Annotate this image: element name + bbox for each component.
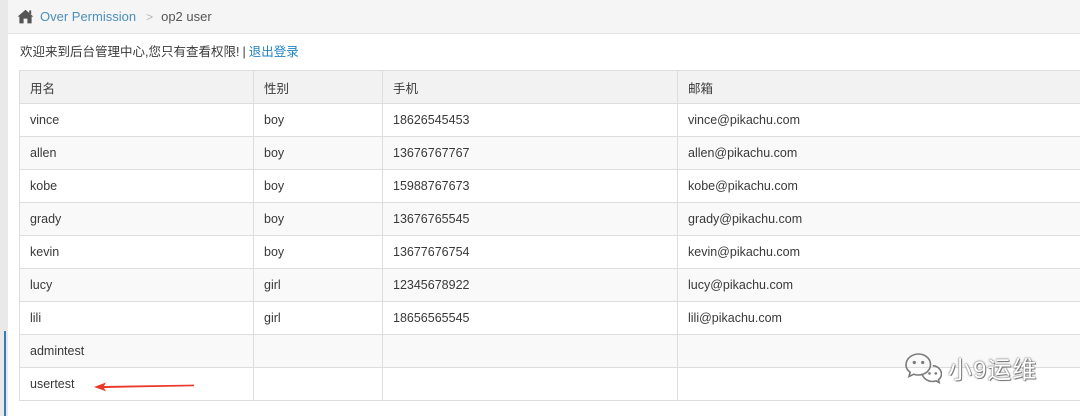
table-row: allen boy 13676767767 allen@pikachu.com	[19, 136, 1080, 170]
table-row: kobe boy 15988767673 kobe@pikachu.com	[19, 169, 1080, 203]
cell-email: kobe@pikachu.com	[677, 169, 1080, 203]
cell-username: allen	[19, 136, 254, 170]
cell-email: kevin@pikachu.com	[677, 235, 1080, 269]
cell-gender: boy	[253, 136, 383, 170]
breadcrumb: Over Permission > op2 user	[8, 0, 1080, 34]
table-row: kevin boy 13677676754 kevin@pikachu.com	[19, 235, 1080, 269]
cell-email: allen@pikachu.com	[677, 136, 1080, 170]
cell-phone: 15988767673	[382, 169, 678, 203]
wechat-icon	[905, 352, 942, 384]
table-row: grady boy 13676765545 grady@pikachu.com	[19, 202, 1080, 236]
watermark-text: 小9运维	[948, 357, 1038, 384]
cell-gender: boy	[253, 169, 383, 203]
cell-gender: boy	[253, 202, 383, 236]
cell-gender	[253, 367, 383, 401]
breadcrumb-separator: >	[146, 9, 154, 24]
welcome-line: 欢迎来到后台管理中心,您只有查看权限! | 退出登录	[20, 41, 299, 60]
cell-username: lucy	[19, 268, 254, 302]
cell-email: grady@pikachu.com	[677, 202, 1080, 236]
column-header-gender: 性别	[253, 70, 383, 104]
breadcrumb-link-over-permission[interactable]: Over Permission	[40, 9, 136, 24]
cell-phone	[382, 367, 678, 401]
cell-phone: 12345678922	[382, 268, 678, 302]
cell-phone: 18656565545	[382, 301, 678, 335]
cell-phone: 13676767767	[382, 136, 678, 170]
cell-phone: 18626545453	[382, 103, 678, 137]
logout-link[interactable]: 退出登录	[249, 45, 299, 59]
annotation-arrow-icon	[94, 382, 194, 392]
page: Over Permission > op2 user 欢迎来到后台管理中心,您只…	[0, 0, 1080, 416]
table-row: lucy girl 12345678922 lucy@pikachu.com	[19, 268, 1080, 302]
cell-phone: 13676765545	[382, 202, 678, 236]
welcome-message: 欢迎来到后台管理中心,您只有查看权限!	[20, 45, 240, 59]
watermark: 小9运维	[902, 350, 1037, 385]
welcome-divider: |	[242, 45, 246, 59]
sidebar-active-marker	[4, 331, 6, 416]
cell-gender: boy	[253, 103, 383, 137]
column-header-email: 邮箱	[677, 70, 1080, 104]
cell-email: lili@pikachu.com	[677, 301, 1080, 335]
table-row: lili girl 18656565545 lili@pikachu.com	[19, 301, 1080, 335]
cell-email: lucy@pikachu.com	[677, 268, 1080, 302]
table-header-row: 用名 性别 手机 邮箱	[19, 70, 1080, 104]
cell-phone: 13677676754	[382, 235, 678, 269]
cell-username: grady	[19, 202, 254, 236]
table-row: vince boy 18626545453 vince@pikachu.com	[19, 103, 1080, 137]
cell-username: kobe	[19, 169, 254, 203]
cell-username: kevin	[19, 235, 254, 269]
column-header-phone: 手机	[382, 70, 678, 104]
cell-username: vince	[19, 103, 254, 137]
cell-phone	[382, 334, 678, 368]
cell-email: vince@pikachu.com	[677, 103, 1080, 137]
breadcrumb-current: op2 user	[161, 9, 212, 24]
column-header-username: 用名	[19, 70, 254, 104]
cell-gender: girl	[253, 301, 383, 335]
cell-username: admintest	[19, 334, 254, 368]
cell-gender: boy	[253, 235, 383, 269]
cell-gender	[253, 334, 383, 368]
cell-gender: girl	[253, 268, 383, 302]
cell-username: lili	[19, 301, 254, 335]
home-icon[interactable]	[17, 9, 34, 24]
